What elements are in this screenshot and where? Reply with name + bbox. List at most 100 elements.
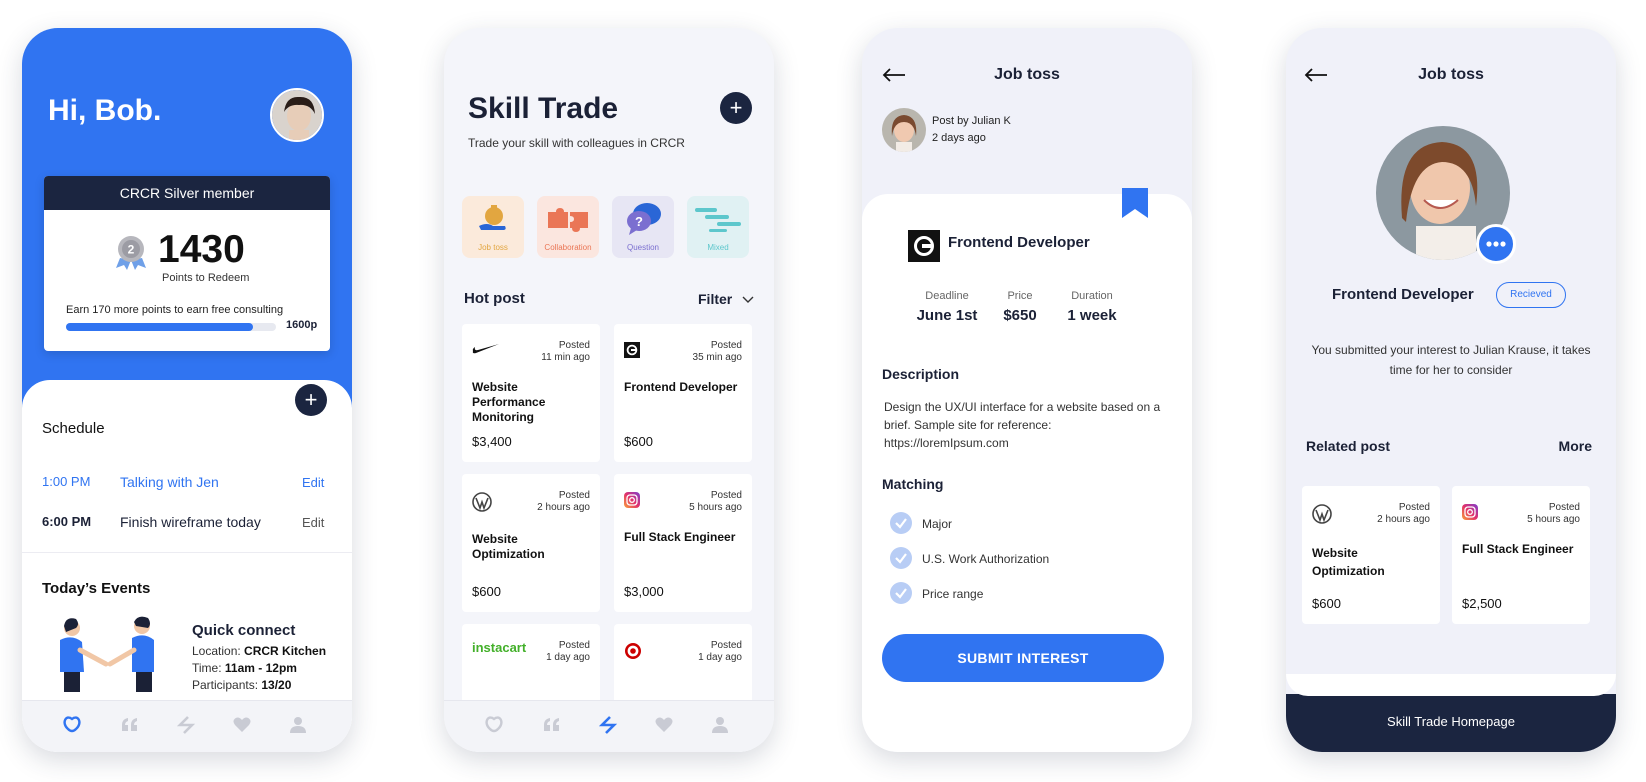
category-question[interactable]: ? Question: [612, 196, 674, 258]
post-price: $2,500: [1462, 596, 1502, 611]
events-title: Today’s Events: [42, 580, 151, 597]
skill-trade-screen: Skill Trade + Trade your skill with coll…: [444, 28, 774, 752]
filter-button[interactable]: Filter: [698, 291, 754, 307]
points-progress-fill: [66, 323, 253, 331]
posted-time: Posted 35 min ago: [693, 340, 742, 364]
post-title: Full Stack Engineer: [1462, 542, 1574, 556]
edit-button[interactable]: Edit: [302, 515, 324, 530]
category-job-toss[interactable]: Job toss: [462, 196, 524, 258]
event-participants: Participants: 13/20: [192, 678, 291, 692]
meta-value: 1 week: [1067, 307, 1117, 324]
schedule-task[interactable]: Finish wireframe today: [120, 514, 261, 530]
hot-post-title: Hot post: [464, 290, 525, 307]
profile-tab-icon[interactable]: [288, 715, 308, 735]
instagram-logo: [624, 492, 640, 508]
category-mixed[interactable]: Mixed: [687, 196, 749, 258]
post-card[interactable]: Posted 5 hours ago Full Stack Engineer $3…: [614, 474, 752, 612]
related-post-card[interactable]: Posted 5 hours ago Full Stack Engineer $2…: [1452, 486, 1590, 624]
check-icon: [890, 547, 912, 569]
event-title[interactable]: Quick connect: [192, 622, 295, 639]
target-logo: [625, 643, 641, 659]
posted-time: Posted 2 hours ago: [537, 490, 590, 514]
quote-tab-icon[interactable]: [120, 715, 140, 735]
posted-ago: 1 day ago: [698, 652, 742, 663]
category-collaboration[interactable]: Collaboration: [537, 196, 599, 258]
poster-avatar[interactable]: [882, 108, 926, 152]
location-value: CRCR Kitchen: [244, 644, 327, 658]
job-title: Frontend Developer: [948, 234, 1090, 251]
submit-interest-button[interactable]: SUBMIT INTEREST: [882, 634, 1164, 682]
progress-target: 1600p: [286, 319, 318, 331]
category-label: Question: [626, 243, 660, 252]
home-tab-icon[interactable]: [62, 715, 82, 735]
time-label: Time:: [192, 661, 222, 675]
earn-text: Earn 170 more points to earn free consul…: [66, 304, 284, 316]
meta-value: June 1st: [916, 307, 978, 324]
posted-time: Posted 11 min ago: [541, 340, 590, 364]
question-bubble-icon: ?: [627, 203, 661, 235]
event-time: Time: 11am - 12pm: [192, 661, 297, 675]
matching-item: Price range: [922, 587, 984, 601]
post-card[interactable]: Posted 35 min ago Frontend Developer $600: [614, 324, 752, 462]
points-label: Points to Redeem: [162, 272, 250, 284]
quote-tab-icon[interactable]: [542, 715, 562, 735]
posted-label: Posted: [710, 490, 742, 501]
schedule-task[interactable]: Talking with Jen: [120, 474, 219, 490]
post-card[interactable]: Posted 2 hours ago Website Optimization $…: [462, 474, 600, 612]
post-title: Website Performance Monitoring: [472, 380, 546, 424]
posted-ago: 2 hours ago: [537, 502, 590, 513]
schedule-time: 6:00 PM: [42, 514, 92, 529]
tab-bar: [444, 700, 774, 752]
posted-time: Posted 5 hours ago: [1527, 502, 1580, 526]
svg-text:2: 2: [128, 243, 135, 257]
description-title: Description: [882, 366, 960, 382]
meta-value: $650: [1003, 307, 1037, 324]
post-ago: 2 days ago: [932, 132, 986, 144]
category-label: Mixed: [707, 243, 729, 252]
heart-tab-icon[interactable]: [232, 715, 252, 735]
post-price: $600: [472, 584, 501, 599]
posted-time: Posted 1 day ago: [698, 640, 742, 664]
post-title: Website Optimization: [1312, 546, 1385, 578]
posted-ago: 35 min ago: [692, 352, 742, 363]
page-title: Job toss: [994, 66, 1060, 83]
add-post-button[interactable]: +: [720, 92, 752, 124]
meta-label: Price: [1007, 290, 1033, 302]
greeting: Hi, Bob.: [48, 94, 162, 127]
posted-time: Posted 2 hours ago: [1377, 502, 1430, 526]
wordpress-logo: [472, 492, 492, 512]
job-detail-screen: Job toss Post by Julian K 2 days ago Fro…: [862, 28, 1192, 752]
wordpress-logo: [1312, 504, 1332, 524]
posted-label: Posted: [558, 640, 590, 651]
add-schedule-button[interactable]: +: [295, 384, 327, 416]
post-title: Full Stack Engineer: [624, 530, 736, 544]
description-text: Design the UX/UI interface for a website…: [884, 400, 1161, 450]
posted-ago: 1 day ago: [546, 652, 590, 663]
interest-submitted-screen: Job toss Frontend Developer Recieved You…: [1286, 28, 1616, 752]
profile-tab-icon[interactable]: [710, 715, 730, 735]
post-price: $600: [624, 434, 653, 449]
category-label: Collaboration: [544, 243, 592, 252]
skill-trade-homepage-button[interactable]: Skill Trade Homepage: [1286, 674, 1616, 752]
edit-button[interactable]: Edit: [302, 475, 324, 490]
tab-bar: [22, 700, 352, 752]
chat-icon[interactable]: [1476, 224, 1516, 264]
trade-tab-icon[interactable]: [176, 715, 196, 735]
status-message: You submitted your interest to Julian Kr…: [1311, 343, 1591, 377]
posted-label: Posted: [1548, 502, 1580, 513]
post-card[interactable]: Posted 11 min ago Website Performance Mon…: [462, 324, 600, 462]
bookmark-icon[interactable]: [1122, 188, 1148, 218]
filter-label: Filter: [698, 291, 733, 307]
posted-ago: 11 min ago: [541, 352, 590, 363]
trade-tab-icon[interactable]: [598, 715, 618, 735]
posted-label: Posted: [1398, 502, 1430, 513]
more-link[interactable]: More: [1559, 438, 1592, 454]
schedule-title: Schedule: [42, 420, 105, 437]
participants-label: Participants:: [192, 678, 259, 692]
points-progress-bar: [66, 323, 276, 331]
heart-tab-icon[interactable]: [654, 715, 674, 735]
home-tab-icon[interactable]: [484, 715, 504, 735]
profile-avatar[interactable]: [270, 88, 324, 142]
instagram-logo: [1462, 504, 1478, 520]
related-post-card[interactable]: Posted 2 hours ago Website Optimization $…: [1302, 486, 1440, 624]
